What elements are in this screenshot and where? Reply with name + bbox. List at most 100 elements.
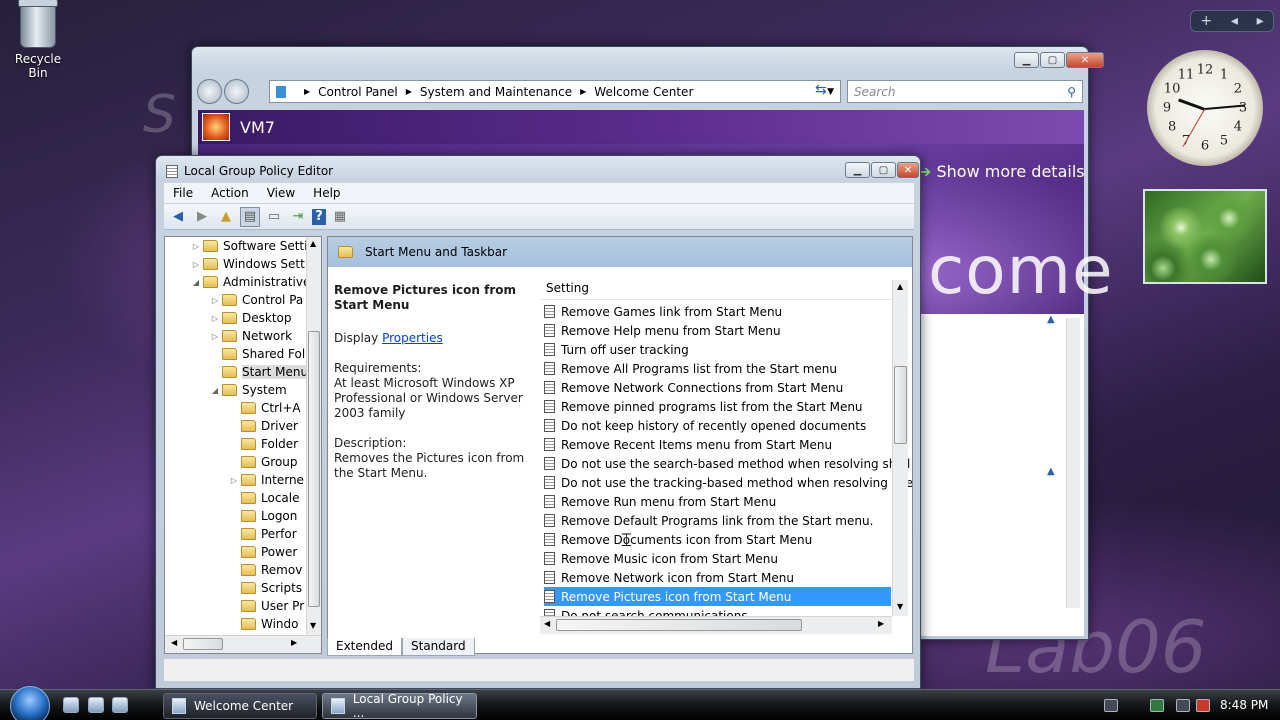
scroll-left-icon[interactable]: ◀	[544, 619, 550, 628]
up-folder-icon[interactable]: ▲	[216, 207, 236, 227]
refresh-button[interactable]: ⇆	[815, 82, 827, 98]
next-gadget-icon[interactable]: ▸	[1257, 13, 1264, 29]
menu-item-action[interactable]: Action	[211, 186, 249, 200]
ie-quicklaunch-icon[interactable]	[63, 697, 79, 713]
export-list-icon[interactable]: ⇥	[288, 207, 308, 227]
volume-muted-icon[interactable]	[1196, 699, 1210, 712]
setting-row[interactable]: Remove pinned programs list from the Sta…	[544, 397, 891, 416]
search-input[interactable]: Search ⚲	[847, 80, 1083, 103]
prev-gadget-icon[interactable]: ◂	[1231, 13, 1238, 29]
clock-time[interactable]: 8:48 PM	[1220, 698, 1268, 712]
setting-row[interactable]: Remove Games link from Start Menu	[544, 302, 891, 321]
menu-item-help[interactable]: Help	[313, 186, 340, 200]
setting-row[interactable]: Turn off user tracking	[544, 340, 891, 359]
search-icon[interactable]: ⚲	[1067, 85, 1076, 99]
add-gadget-icon[interactable]: +	[1200, 13, 1212, 29]
collapse-icon[interactable]: ▲	[1047, 466, 1055, 477]
slideshow-gadget[interactable]	[1143, 189, 1267, 284]
forward-button[interactable]	[224, 79, 249, 104]
column-header-setting[interactable]: Setting	[540, 280, 892, 300]
setting-row[interactable]: Remove Run menu from Start Menu	[544, 492, 891, 511]
tree-node[interactable]: ◢ System	[208, 381, 287, 399]
tree-node[interactable]: Perfor	[227, 525, 297, 543]
tree-node[interactable]: Power	[227, 543, 297, 561]
expand-toggle-icon[interactable]: ▷	[208, 314, 222, 323]
breadcrumb[interactable]: ▶ Control Panel ▶ System and Maintenance…	[269, 80, 841, 103]
taskbar-button-welcome-center[interactable]: Welcome Center	[163, 693, 317, 719]
tree-node[interactable]: ▷ Windows Sett	[189, 255, 305, 273]
expand-toggle-icon[interactable]: ▷	[208, 332, 222, 341]
scroll-thumb[interactable]	[183, 638, 223, 650]
list-horizontal-scrollbar[interactable]: ◀ ▶	[540, 616, 892, 634]
back-button[interactable]	[197, 79, 222, 104]
vertical-scrollbar[interactable]	[1066, 318, 1080, 608]
filter-icon[interactable]: ▦	[330, 207, 350, 227]
taskbar-button-group-policy[interactable]: Local Group Policy ...	[322, 692, 477, 720]
recycle-bin[interactable]: Recycle Bin	[4, 0, 72, 80]
keyboard-icon[interactable]	[1104, 699, 1118, 712]
scroll-down-icon[interactable]: ▼	[310, 621, 316, 630]
tree-horizontal-scrollbar[interactable]: ◀ ▶	[165, 635, 321, 653]
close-button[interactable]: ✕	[897, 162, 919, 178]
breadcrumb-item[interactable]: System and Maintenance	[420, 85, 572, 99]
forward-arrow-icon[interactable]: ▶	[192, 207, 212, 227]
window-controls[interactable]: ▁ ▢ ✕	[1014, 52, 1104, 68]
tab-standard[interactable]: Standard	[402, 638, 475, 656]
setting-row[interactable]: Remove Default Programs link from the St…	[544, 511, 891, 530]
scroll-left-icon[interactable]: ◀	[171, 638, 177, 647]
setting-row[interactable]: Remove Recent Items menu from Start Menu	[544, 435, 891, 454]
close-button[interactable]: ✕	[1066, 52, 1104, 68]
breadcrumb-item[interactable]: Control Panel	[318, 85, 398, 99]
tree-node[interactable]: ▷ Interne	[227, 471, 304, 489]
clock-gadget[interactable]: 121234567891011	[1147, 50, 1263, 166]
show-hide-tree-icon[interactable]: ▤	[240, 206, 260, 227]
chevron-right-icon[interactable]: ▶	[580, 87, 586, 96]
tree-node[interactable]: ◢ Administrative	[189, 273, 310, 291]
tree-node[interactable]: Driver	[227, 417, 298, 435]
setting-row[interactable]: Remove Network Connections from Start Me…	[544, 378, 891, 397]
tree-node[interactable]: ▷ Network	[208, 327, 292, 345]
scroll-thumb[interactable]	[894, 366, 907, 444]
scroll-down-icon[interactable]: ▼	[897, 602, 903, 611]
tree-node[interactable]: Start Menu	[208, 363, 309, 381]
console-tree[interactable]: Windo User Pr Scripts Remov Power Perfor Logon…	[164, 236, 322, 654]
settings-list[interactable]: Do not search communicationsRemove Pictu…	[540, 268, 912, 654]
chevron-right-icon[interactable]: ▶	[406, 87, 412, 96]
chevron-right-icon[interactable]: ▶	[304, 87, 310, 96]
tree-node[interactable]: Folder	[227, 435, 298, 453]
setting-row[interactable]: Remove Network icon from Start Menu	[544, 568, 891, 587]
tree-node[interactable]: Windo	[227, 615, 299, 633]
properties-link[interactable]: Properties	[382, 331, 443, 345]
show-more-details-link[interactable]: ➔ Show more details	[918, 162, 1085, 181]
start-button[interactable]	[10, 686, 50, 720]
action-center-icon[interactable]	[1150, 699, 1164, 712]
sidebar-controls[interactable]: + ◂ ▸	[1190, 10, 1274, 32]
tree-node[interactable]: Locale	[227, 489, 299, 507]
setting-row[interactable]: Remove Music icon from Start Menu	[544, 549, 891, 568]
setting-row[interactable]: Remove Pictures icon from Start Menu	[544, 587, 891, 606]
window-controls[interactable]: ▁ ▢ ✕	[845, 162, 919, 178]
setting-row[interactable]: Remove Documents icon from Start Menu	[544, 530, 891, 549]
expand-toggle-icon[interactable]: ▷	[189, 242, 203, 251]
properties-icon[interactable]: ▭	[264, 207, 284, 227]
setting-row[interactable]: Do not use the tracking-based method whe…	[544, 473, 912, 492]
setting-row[interactable]: Remove All Programs list from the Start …	[544, 359, 891, 378]
show-desktop-icon[interactable]	[112, 697, 128, 713]
expand-toggle-icon[interactable]: ◢	[208, 386, 222, 395]
back-arrow-icon[interactable]: ◀	[168, 207, 188, 227]
group-policy-editor-window[interactable]: Local Group Policy Editor ▁ ▢ ✕ File Acti…	[155, 155, 921, 689]
tree-node[interactable]: ▷ Desktop	[208, 309, 292, 327]
tree-vertical-scrollbar[interactable]: ▲ ▼	[306, 237, 321, 635]
tree-node[interactable]: Shared Fol	[208, 345, 305, 363]
network-icon[interactable]	[1176, 699, 1190, 712]
scroll-thumb[interactable]	[308, 331, 320, 607]
tree-node[interactable]: Logon	[227, 507, 297, 525]
tree-node[interactable]: Scripts	[227, 579, 302, 597]
minimize-button[interactable]: ▁	[845, 162, 870, 178]
scroll-up-icon[interactable]: ▲	[897, 282, 903, 291]
setting-row[interactable]: Remove Help menu from Start Menu	[544, 321, 891, 340]
expand-toggle-icon[interactable]: ▷	[227, 476, 241, 485]
scroll-right-icon[interactable]: ▶	[291, 638, 297, 647]
tree-node[interactable]: User Pr	[227, 597, 304, 615]
expand-toggle-icon[interactable]: ▷	[189, 260, 203, 269]
